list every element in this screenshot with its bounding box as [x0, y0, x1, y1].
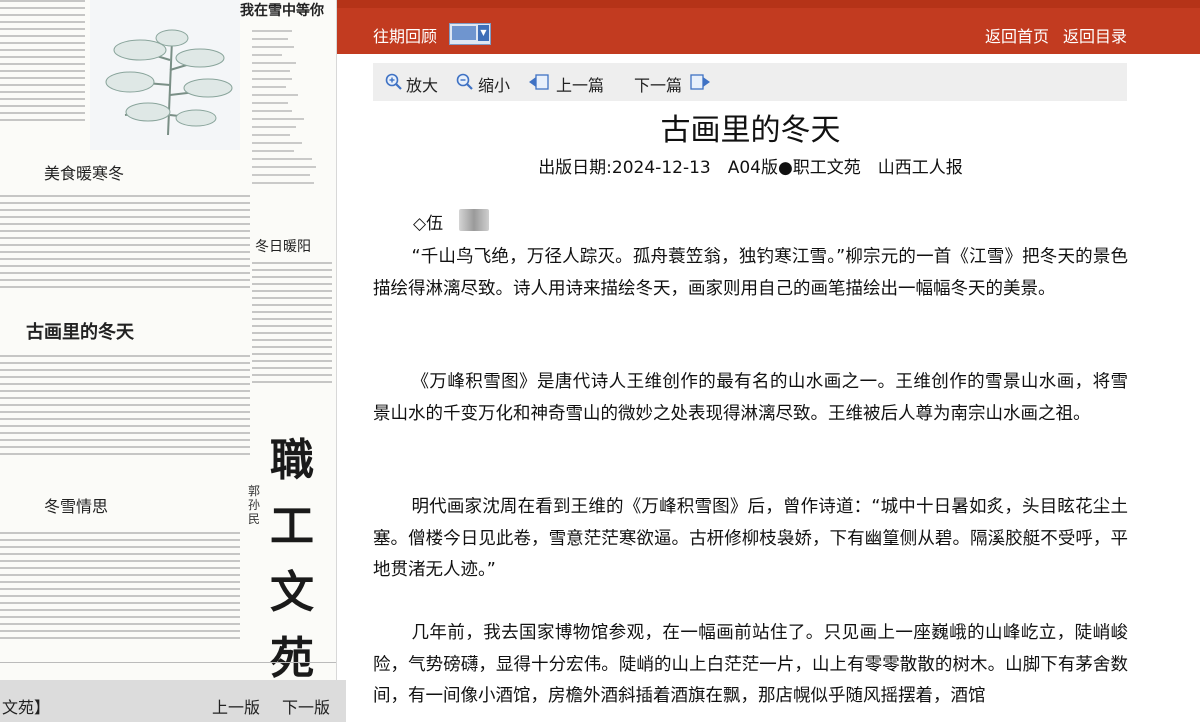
text-column [0, 532, 240, 657]
article-meta: 出版日期:2024-12-13 A04版●职工文苑 山西工人报 [538, 158, 963, 178]
text-column [252, 262, 332, 402]
back-to-toc-link[interactable]: 返回目录 [1063, 23, 1127, 47]
calligraphy-title: 職工文苑 [270, 435, 314, 680]
article-paragraph: 几年前，我去国家博物馆参观，在一幅画前站住了。只见画上一座巍峨的山峰屹立，陡峭峻… [373, 623, 1128, 706]
headline-ancient-paintings-winter: 古画里的冬天 [26, 322, 134, 343]
prev-article-icon[interactable] [528, 73, 550, 91]
redacted-author-name [459, 209, 489, 231]
next-page-link[interactable]: 下一版 [282, 694, 330, 718]
text-column [0, 355, 250, 473]
next-article-icon[interactable] [689, 73, 711, 91]
zoom-in-button[interactable]: 放大 [406, 72, 438, 96]
header-bar: 往期回顾 ▼ 返回首页 返回目录 [337, 0, 1200, 54]
article-paragraph: 《万峰积雪图》是唐代诗人王维创作的最有名的山水画之一。王维创作的雪景山水画，将雪… [373, 372, 1128, 424]
article-paragraph: “千山鸟飞绝，万径人踪灭。孤舟蓑笠翁，独钓寒江雪。”柳宗元的一首《江雪》把冬天的… [373, 247, 1128, 299]
history-label: 往期回顾 [373, 27, 438, 46]
pine-tree-illustration [90, 0, 240, 150]
prev-article-button[interactable]: 上一篇 [556, 72, 604, 96]
history-dropdown[interactable]: ▼ [449, 23, 491, 45]
newspaper-footer-line [0, 662, 336, 673]
zoom-out-button[interactable]: 缩小 [478, 72, 510, 96]
poem-text-column [252, 30, 327, 210]
headline-winter-sun: 冬日暖阳 [255, 239, 311, 255]
headline-food-warm-winter: 美食暖寒冬 [44, 164, 125, 183]
back-to-home-link[interactable]: 返回首页 [985, 23, 1049, 47]
section-label: 文苑】 [2, 698, 51, 717]
chevron-down-icon[interactable]: ▼ [478, 25, 489, 41]
headline-winter-snow-thoughts: 冬雪情思 [44, 497, 109, 516]
zoom-in-icon[interactable] [385, 73, 403, 91]
text-column [0, 195, 250, 305]
article-author: ◇伍 [413, 214, 444, 234]
article-toolbar: 放大 缩小 上一篇 下一篇 [373, 63, 1127, 101]
article-title: 古画里的冬天 [660, 113, 841, 148]
newspaper-page[interactable]: 我在雪中等你 美食暖寒冬 冬日暖阳 古画里的冬天 冬雪情思 郭孙民 職工文苑 [0, 0, 337, 680]
headline-wait-in-snow: 我在雪中等你 [240, 3, 324, 19]
text-column [0, 0, 85, 135]
article-paragraph: 明代画家沈周在看到王维的《万峰积雪图》后，曾作诗道：“城中十日暑如炙，头目眩花尘… [373, 497, 1128, 580]
page-navigation-bar: 文苑】 上一版 下一版 [0, 680, 346, 722]
zoom-out-icon[interactable] [456, 73, 474, 91]
next-article-button[interactable]: 下一篇 [634, 72, 682, 96]
prev-page-link[interactable]: 上一版 [212, 694, 260, 718]
header-strip [337, 0, 1200, 8]
calendar-icon [452, 26, 476, 40]
